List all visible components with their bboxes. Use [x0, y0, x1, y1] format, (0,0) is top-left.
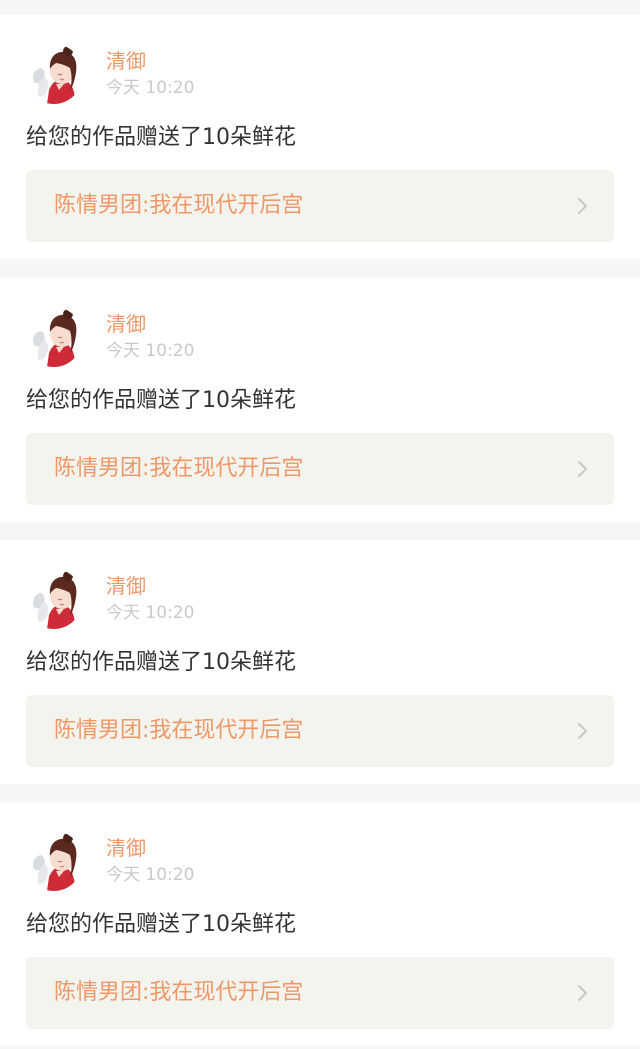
avatar-image [26, 307, 82, 367]
chevron-right-icon [578, 723, 587, 739]
user-avatar[interactable] [26, 44, 82, 104]
user-avatar[interactable] [26, 831, 82, 891]
notification-feed: 清御 今天 10:20 给您的作品赠送了10朵鲜花 陈情男团:我在现代开后宫 清… [0, 0, 640, 1049]
chevron-right-icon [578, 198, 587, 214]
chevron-right-icon [578, 985, 587, 1001]
notification-message: 给您的作品赠送了10朵鲜花 [26, 912, 296, 937]
avatar-image [26, 44, 82, 104]
work-title: 陈情男团:我在现代开后宫 [54, 456, 304, 481]
work-link[interactable]: 陈情男团:我在现代开后宫 [26, 695, 614, 767]
username[interactable]: 清御 [106, 835, 146, 861]
username[interactable]: 清御 [106, 48, 146, 74]
notification-card: 清御 今天 10:20 给您的作品赠送了10朵鲜花 陈情男团:我在现代开后宫 [0, 278, 640, 522]
username[interactable]: 清御 [106, 311, 146, 337]
timestamp: 今天 10:20 [106, 78, 195, 98]
notification-card: 清御 今天 10:20 给您的作品赠送了10朵鲜花 陈情男团:我在现代开后宫 [0, 540, 640, 784]
notification-card: 清御 今天 10:20 给您的作品赠送了10朵鲜花 陈情男团:我在现代开后宫 [0, 15, 640, 259]
notification-message: 给您的作品赠送了10朵鲜花 [26, 650, 296, 675]
notification-message: 给您的作品赠送了10朵鲜花 [26, 125, 296, 150]
work-title: 陈情男团:我在现代开后宫 [54, 193, 304, 218]
user-avatar[interactable] [26, 307, 82, 367]
work-link[interactable]: 陈情男团:我在现代开后宫 [26, 433, 614, 505]
avatar-image [26, 569, 82, 629]
notification-message: 给您的作品赠送了10朵鲜花 [26, 388, 296, 413]
timestamp: 今天 10:20 [106, 603, 195, 623]
work-title: 陈情男团:我在现代开后宫 [54, 718, 304, 743]
notification-card: 清御 今天 10:20 给您的作品赠送了10朵鲜花 陈情男团:我在现代开后宫 [0, 802, 640, 1046]
work-title: 陈情男团:我在现代开后宫 [54, 980, 304, 1005]
chevron-right-icon [578, 461, 587, 477]
timestamp: 今天 10:20 [106, 865, 195, 885]
user-avatar[interactable] [26, 569, 82, 629]
work-link[interactable]: 陈情男团:我在现代开后宫 [26, 170, 614, 242]
avatar-image [26, 831, 82, 891]
work-link[interactable]: 陈情男团:我在现代开后宫 [26, 957, 614, 1029]
timestamp: 今天 10:20 [106, 341, 195, 361]
username[interactable]: 清御 [106, 573, 146, 599]
